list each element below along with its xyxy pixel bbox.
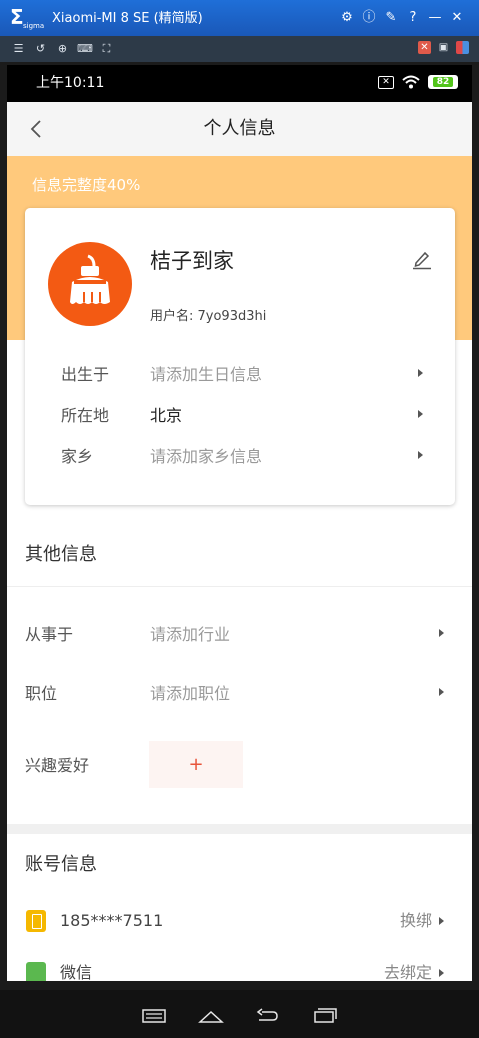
phone-screen: 上午10:11 ✕ 82 个人信息 信息完整度40% 桔子到家 用户名: 7yo… (7, 65, 472, 981)
chevron-right-icon (418, 410, 423, 418)
section-gap (7, 824, 472, 834)
rotate-icon[interactable]: ↺ (33, 41, 48, 56)
location-row[interactable]: 所在地 北京 (25, 404, 455, 428)
minimize-icon[interactable]: — (427, 9, 443, 27)
other-info-title: 其他信息 (25, 544, 97, 565)
nickname: 桔子到家 (150, 249, 234, 273)
hometown-label: 家乡 (61, 447, 94, 466)
keyboard-icon[interactable]: ⌨ (77, 41, 93, 56)
birthday-label: 出生于 (61, 365, 110, 384)
position-value: 请添加职位 (150, 684, 231, 703)
bind-wechat-button[interactable]: 去绑定 (384, 963, 432, 981)
system-nav-bar (0, 990, 479, 1038)
page-title: 个人信息 (203, 118, 276, 139)
hobby-label: 兴趣爱好 (25, 756, 90, 775)
close-icon[interactable]: ✕ (449, 9, 465, 27)
fullscreen-icon[interactable]: ⛶ (99, 41, 114, 56)
gear-icon[interactable]: ⚙ (339, 9, 355, 27)
home-icon[interactable] (197, 1004, 225, 1026)
info-icon[interactable]: ⓘ (361, 9, 377, 27)
phone-icon (26, 910, 46, 932)
status-bar: 上午10:11 ✕ 82 (7, 65, 472, 102)
hometown-value: 请添加家乡信息 (150, 447, 263, 466)
emulator-title-bar: Σsigma Xiaomi-MI 8 SE (精简版) ⚙ ⓘ ✎ ? — ✕ (0, 0, 479, 36)
edit-icon[interactable] (411, 248, 433, 270)
sigma-logo: Σsigma (10, 5, 45, 30)
chevron-right-icon (439, 629, 444, 637)
wechat-label: 微信 (60, 963, 93, 981)
battery-icon: 82 (428, 75, 458, 89)
mute-icon[interactable]: ✕ (418, 41, 431, 54)
recents-icon[interactable] (311, 1004, 339, 1026)
screenshot-icon[interactable]: ▣ (437, 41, 450, 54)
chevron-right-icon (418, 451, 423, 459)
menu-icon[interactable] (140, 1004, 168, 1026)
birthday-value: 请添加生日信息 (150, 365, 263, 384)
chevron-right-icon (439, 969, 444, 977)
help-icon[interactable]: ? (405, 9, 421, 27)
profile-card: 桔子到家 用户名: 7yo93d3hi 出生于 请添加生日信息 所在地 北京 家… (25, 208, 455, 505)
pin-icon[interactable]: ✎ (383, 9, 399, 27)
chevron-right-icon (439, 688, 444, 696)
completion-text: 信息完整度40% (32, 176, 141, 194)
industry-label: 从事于 (25, 625, 74, 644)
battery-level: 82 (432, 77, 454, 87)
zoom-icon[interactable]: ⊕ (55, 41, 70, 56)
status-time: 上午10:11 (36, 75, 105, 91)
back-nav-icon[interactable] (253, 1004, 281, 1026)
location-label: 所在地 (61, 406, 110, 425)
username: 用户名: 7yo93d3hi (150, 309, 267, 324)
wechat-icon (26, 962, 46, 981)
broom-icon (70, 254, 110, 304)
list-icon[interactable]: ☰ (11, 41, 26, 56)
sim-off-icon: ✕ (378, 75, 394, 89)
industry-row[interactable]: 从事于 请添加行业 (7, 623, 472, 647)
window-title: Xiaomi-MI 8 SE (精简版) (52, 11, 203, 26)
add-hobby-button[interactable]: + (149, 741, 243, 788)
birthday-row[interactable]: 出生于 请添加生日信息 (25, 363, 455, 387)
account-info-title: 账号信息 (25, 854, 97, 875)
position-row[interactable]: 职位 请添加职位 (7, 682, 472, 706)
chevron-right-icon (439, 917, 444, 925)
apps-icon[interactable] (456, 41, 469, 54)
location-value: 北京 (150, 406, 183, 425)
wifi-icon (402, 75, 420, 89)
divider (7, 586, 472, 587)
emulator-toolbar: ☰ ↺ ⊕ ⌨ ⛶ ✕ ▣ (0, 36, 479, 62)
hometown-row[interactable]: 家乡 请添加家乡信息 (25, 445, 455, 469)
position-label: 职位 (25, 684, 58, 703)
phone-number: 185****7511 (60, 911, 164, 930)
avatar[interactable] (48, 242, 132, 326)
industry-value: 请添加行业 (150, 625, 231, 644)
chevron-right-icon (418, 369, 423, 377)
rebind-phone-button[interactable]: 换绑 (400, 911, 432, 931)
nav-bar: 个人信息 (7, 102, 472, 156)
